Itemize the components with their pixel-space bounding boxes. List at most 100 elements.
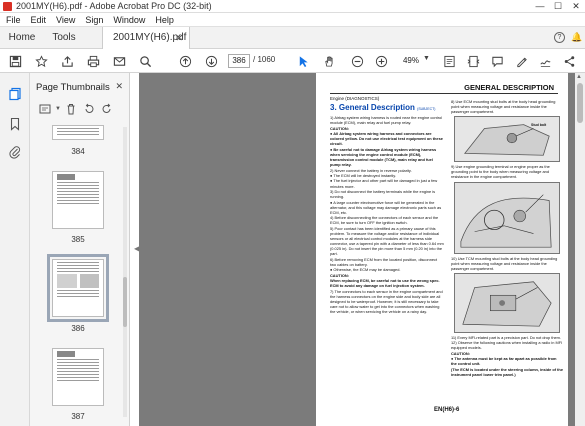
thumbnail-options-icon[interactable] (36, 101, 54, 117)
caution-text: CAUTION: (330, 125, 350, 131)
paragraph: ● The fuel injector and other part will … (330, 178, 438, 189)
caution-text: CAUTION: (330, 272, 350, 278)
paragraph: ● A large counter electromotive force wi… (330, 199, 442, 215)
paragraph: 7) The connectors to each sensor in the … (330, 288, 443, 315)
page-total: / 1060 (253, 55, 276, 64)
page-thumbnail[interactable] (52, 348, 104, 406)
menu-window[interactable]: Window (113, 15, 145, 25)
menu-help[interactable]: Help (155, 15, 174, 25)
document-scroll-thumb[interactable] (577, 83, 583, 123)
right-column: 8) Use ECM mounting stud bolts at the bo… (451, 99, 563, 378)
figure-tcm-ground (454, 272, 560, 333)
paragraph: ● The ECM will be destroyed instantly. (330, 172, 396, 178)
close-window-button[interactable]: ✕ (567, 0, 585, 13)
left-column: 1) Airbag system wiring harness is route… (330, 115, 444, 315)
scroll-mode-icon[interactable] (466, 54, 480, 68)
menu-view[interactable]: View (56, 15, 75, 25)
tab-bar: Home Tools 2001MY(H6).pdf ✕ ? 🔔 (0, 27, 585, 49)
sign-icon[interactable] (538, 54, 552, 68)
caution-text: When replacing ECM, be careful not to us… (330, 278, 440, 289)
page-footer-number: EN(H6)-6 (434, 407, 460, 413)
delete-page-icon[interactable] (62, 101, 80, 117)
title-bar: 2001MY(H6).pdf - Adobe Acrobat Pro DC (3… (0, 0, 585, 13)
page-section-label: Engine (DIAGNOSTICS) (330, 96, 380, 101)
pdf-page: GENERAL DESCRIPTION Engine (DIAGNOSTICS)… (316, 73, 568, 426)
section-heading: 3. General Description (SUBJECT) (330, 103, 435, 112)
page-thumbnail-selected[interactable] (47, 254, 109, 322)
select-cursor-icon[interactable] (296, 54, 310, 68)
thumbnail-page-number: 387 (71, 412, 85, 421)
caution-text: CAUTION: (451, 350, 471, 356)
figure-callout: Stud bolt (531, 123, 547, 128)
paragraph: 8) Use ECM mounting stud bolts at the bo… (451, 99, 556, 115)
print-icon[interactable] (86, 54, 100, 68)
page-number-input[interactable]: 386 (228, 54, 250, 68)
figure-engine-ground (454, 181, 560, 254)
paragraph: 4) Before disconnecting the connectors o… (330, 215, 439, 226)
thumbnail-page-number: 386 (71, 324, 85, 333)
section-tag: (SUBJECT) (417, 107, 436, 111)
menu-edit[interactable]: Edit (31, 15, 47, 25)
comment-icon[interactable] (490, 54, 504, 68)
share-icon[interactable] (562, 54, 576, 68)
highlight-pen-icon[interactable] (514, 54, 528, 68)
help-icon[interactable]: ? (554, 32, 565, 43)
menu-bar: File Edit View Sign Window Help (0, 13, 585, 27)
document-scrollbar[interactable]: ▲ (575, 73, 585, 426)
acrobat-logo-icon (3, 2, 12, 11)
paragraph: 6) Before removing ECM from the located … (330, 256, 438, 267)
rotate-left-icon[interactable] (80, 101, 98, 117)
paragraph: 2) Never connect the battery in reverse … (330, 167, 412, 173)
hand-tool-icon[interactable] (322, 54, 336, 68)
zoom-in-icon[interactable] (374, 54, 388, 68)
rotate-right-icon[interactable] (98, 101, 116, 117)
save-icon[interactable] (8, 54, 22, 68)
page-header: GENERAL DESCRIPTION (464, 83, 554, 92)
caution-text: (The ECM is located under the steering c… (451, 366, 563, 378)
panel-scroll-thumb[interactable] (123, 277, 127, 327)
upload-icon[interactable] (60, 54, 74, 68)
page-thumbnails-icon[interactable] (8, 87, 22, 101)
notification-bell-icon[interactable]: 🔔 (571, 32, 582, 43)
paragraph: 5) Poor contact has been identified as a… (330, 225, 444, 257)
fit-page-icon[interactable] (442, 54, 456, 68)
zoom-dropdown-chevron-icon[interactable]: ▼ (423, 55, 430, 62)
search-icon[interactable] (138, 54, 152, 68)
page-thumbnail[interactable] (52, 171, 104, 229)
caution-text: ● All Airbag system wiring harness and c… (330, 131, 443, 147)
mail-icon[interactable] (112, 54, 126, 68)
thumbnail-page-number: 384 (71, 147, 85, 156)
options-chevron-icon[interactable]: ▼ (54, 101, 62, 117)
bookmarks-icon[interactable] (8, 117, 22, 131)
scroll-up-icon[interactable]: ▲ (576, 74, 582, 80)
previous-page-icon[interactable] (178, 54, 192, 68)
paragraph: 1) Airbag system wiring harness is route… (330, 115, 443, 126)
panel-scrollbar[interactable] (123, 127, 127, 417)
paragraph: ● Otherwise, the ECM may be damaged. (330, 267, 401, 273)
tab-document[interactable]: 2001MY(H6).pdf ✕ (102, 27, 190, 49)
menu-sign[interactable]: Sign (85, 15, 103, 25)
minimize-button[interactable]: — (531, 0, 549, 13)
next-page-icon[interactable] (204, 54, 218, 68)
section-title: 3. General Description (330, 103, 415, 112)
zoom-out-icon[interactable] (350, 54, 364, 68)
thumbnail-page-number: 385 (71, 235, 85, 244)
tab-tools[interactable]: Tools (44, 27, 84, 49)
figure-stud-bolt: Stud bolt (454, 116, 560, 163)
maximize-button[interactable]: ☐ (549, 0, 567, 13)
left-nav-rail (0, 73, 30, 426)
caution-text: ● Be careful not to damage Airbag system… (330, 146, 437, 168)
caution-text: ● The antenna must be kept as far apart … (451, 356, 557, 367)
page-thumbnails-panel: Page Thumbnails ✕ ▼ 384 385 386 387 (30, 73, 130, 426)
paragraph: 3) Do not disconnect the battery termina… (330, 189, 436, 200)
page-thumbnail[interactable] (52, 125, 104, 140)
close-tab-icon[interactable]: ✕ (175, 27, 183, 49)
menu-file[interactable]: File (6, 15, 21, 25)
window-title: 2001MY(H6).pdf - Adobe Acrobat Pro DC (3… (16, 1, 212, 11)
panel-close-icon[interactable]: ✕ (115, 81, 123, 92)
bookmark-star-icon[interactable] (34, 54, 48, 68)
attachments-paperclip-icon[interactable] (8, 145, 22, 159)
tab-home[interactable]: Home (0, 27, 44, 49)
main-toolbar: 386 / 1060 49% ▼ (0, 49, 585, 73)
zoom-level-field[interactable]: 49% (398, 54, 424, 68)
